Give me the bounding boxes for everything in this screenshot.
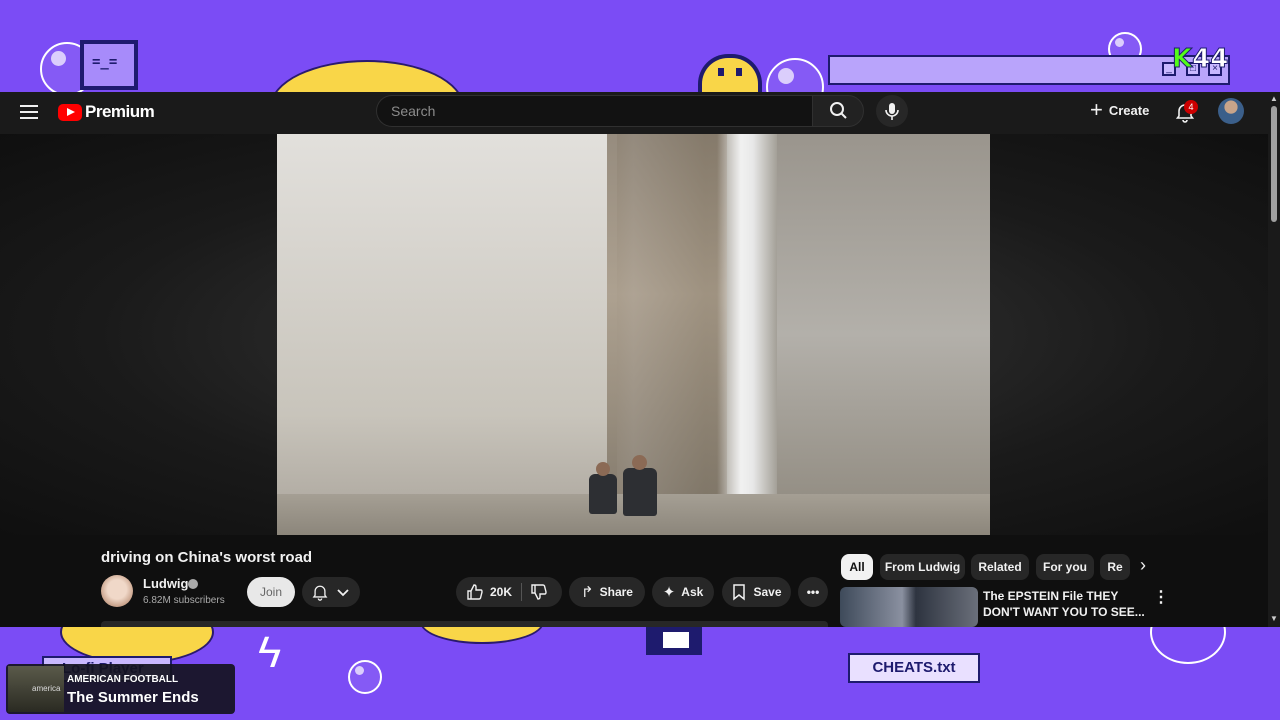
pixel-smiley-icon (698, 54, 762, 94)
scrollbar[interactable]: ▲ ▼ (1268, 92, 1280, 627)
plus-icon: + (1090, 97, 1103, 122)
now-playing-song: The Summer Ends (67, 689, 199, 706)
comment-area-edge (101, 621, 828, 627)
video-frame-head (596, 462, 610, 476)
kick-logo: K44 (1171, 44, 1229, 75)
smiley-eye (718, 68, 724, 76)
search-box[interactable] (376, 95, 812, 127)
pixel-monitor-icon: =_= (80, 40, 138, 90)
chip-from-channel[interactable]: From Ludwig (880, 554, 965, 580)
video-title: driving on China's worst road (101, 549, 313, 566)
album-art: america (8, 666, 64, 712)
save-button[interactable]: Save (722, 577, 791, 607)
ask-label: Ask (681, 585, 704, 599)
now-playing-widget[interactable]: america AMERICAN FOOTBALL The Summer End… (6, 664, 235, 714)
video-frame-person (623, 468, 657, 516)
more-actions-button[interactable]: ••• (798, 577, 828, 607)
video-frame-rock (777, 134, 990, 535)
top-bar: Premium + Create 4 (0, 92, 1280, 134)
video-frame-person (589, 474, 617, 514)
kick-number: 44 (1192, 44, 1229, 75)
ask-button[interactable]: ✦ Ask (652, 577, 714, 607)
menu-icon[interactable] (20, 105, 38, 119)
mic-icon (885, 103, 899, 120)
thumbs-up-icon (467, 584, 483, 600)
youtube-window: Premium +Create 4 driving on China' (0, 92, 1280, 627)
scroll-down-icon[interactable]: ▼ (1270, 614, 1278, 623)
video-frame-head (632, 455, 647, 470)
channel-name[interactable]: Ludwig (143, 576, 189, 591)
album-art-text: america (32, 684, 61, 693)
video-info: driving on China's worst road Ludwig 6.8… (0, 535, 1268, 627)
youtube-play-icon (58, 103, 82, 121)
player-area (0, 134, 1268, 535)
recommendation-title[interactable]: The EPSTEIN File THEY DON'T WANT YOU TO … (983, 588, 1148, 620)
video-frame-waterfall (717, 134, 777, 535)
like-count: 20K (490, 585, 513, 599)
bookmark-icon (733, 584, 746, 601)
bell-icon (312, 585, 328, 601)
kick-k: K (1171, 44, 1193, 75)
search-input[interactable] (389, 102, 793, 120)
save-label: Save (753, 585, 782, 599)
video-player[interactable] (277, 134, 990, 535)
recommendation-thumbnail[interactable] (840, 587, 978, 627)
share-button[interactable]: ↱ Share (569, 577, 645, 607)
chip-all[interactable]: All (841, 554, 873, 580)
youtube-logo[interactable]: Premium (58, 102, 155, 122)
search-icon (830, 102, 847, 119)
voice-search-button[interactable] (876, 95, 908, 127)
recommendation-menu-icon[interactable]: ⋮ (1153, 587, 1169, 607)
subscriber-count: 6.82M subscribers (143, 595, 225, 606)
logo-text: Premium (85, 102, 155, 121)
smiley-eye (736, 68, 742, 76)
subscription-bell-button[interactable] (302, 577, 360, 607)
like-divider (521, 583, 522, 601)
more-icon: ••• (806, 585, 820, 599)
share-label: Share (599, 585, 633, 599)
cheats-file-label[interactable]: CHEATS.txt (848, 653, 980, 683)
search-button[interactable] (812, 95, 864, 127)
account-avatar[interactable] (1218, 98, 1244, 124)
join-button[interactable]: Join (247, 577, 295, 607)
verified-icon (188, 579, 198, 589)
chevron-right-icon[interactable]: › (1140, 555, 1146, 576)
thumbs-down-icon[interactable] (530, 583, 548, 601)
scroll-up-icon[interactable]: ▲ (1270, 94, 1278, 103)
notification-badge: 4 (1184, 100, 1198, 114)
now-playing-artist: AMERICAN FOOTBALL (67, 674, 179, 685)
create-button[interactable]: + Create (1090, 97, 1150, 122)
create-label: Create (1108, 102, 1150, 118)
monitor-face: =_= (92, 54, 118, 70)
channel-avatar[interactable] (101, 575, 133, 607)
video-frame-rock (277, 134, 617, 535)
sparkle-icon: ✦ (662, 584, 676, 601)
chip-related[interactable]: Related (971, 554, 1029, 580)
pixel-box-decoration (646, 627, 702, 655)
share-icon: ↱ (581, 584, 594, 601)
bubble-decoration (348, 660, 382, 694)
chevron-down-icon (337, 589, 349, 597)
chip-for-you[interactable]: For you (1036, 554, 1094, 580)
lightning-bolt-icon: ϟ (258, 628, 282, 677)
like-button[interactable]: 20K (456, 577, 562, 607)
chip-recently-uploaded[interactable]: Re (1100, 554, 1130, 580)
scrollbar-thumb[interactable] (1271, 106, 1277, 222)
